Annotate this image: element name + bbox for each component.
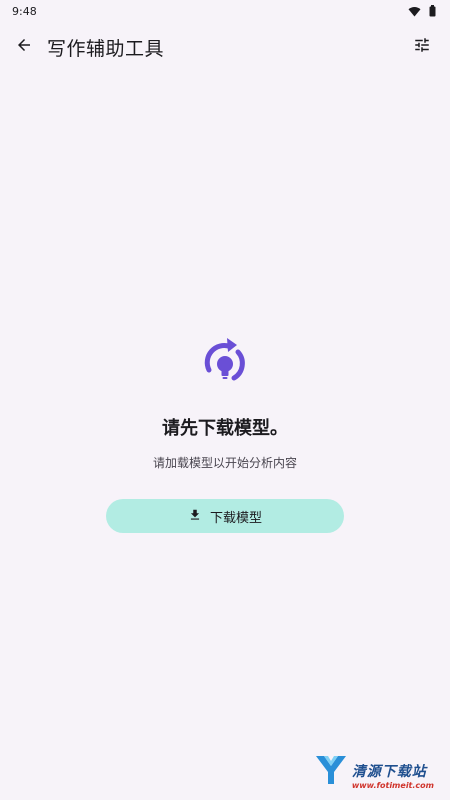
watermark-url: www.fotimeit.com: [351, 781, 434, 790]
empty-state-title: 请先下载模型。: [162, 418, 288, 439]
back-button[interactable]: [0, 23, 48, 71]
watermark-text: 清源下载站 www.fotimeit.com: [352, 761, 434, 790]
screen: 9:48 写作辅助工具 请先下载模型。 请加载模型以开始分析内容 下载模型 清源…: [0, 0, 450, 800]
download-icon: [188, 507, 202, 526]
status-time: 9:48: [12, 4, 37, 18]
empty-state: 请先下载模型。 请加载模型以开始分析内容 下载模型: [0, 334, 450, 533]
battery-icon: [429, 2, 436, 21]
empty-state-subtitle: 请加载模型以开始分析内容: [152, 456, 297, 470]
page-title: 写作辅助工具: [47, 37, 165, 60]
settings-button[interactable]: [400, 23, 444, 71]
wifi-icon: [408, 2, 421, 21]
tune-icon: [413, 36, 431, 58]
watermark-title: 清源下载站: [351, 764, 427, 780]
download-button-label: 下载模型: [209, 510, 262, 526]
watermark-logo-icon: [314, 752, 348, 790]
status-icons: [408, 2, 436, 21]
status-bar: 9:48: [0, 0, 450, 22]
top-app-bar: 写作辅助工具: [0, 22, 450, 72]
download-model-button[interactable]: 下载模型: [106, 499, 344, 533]
watermark: 清源下载站 www.fotimeit.com: [314, 752, 434, 790]
arrow-back-icon: [15, 36, 33, 58]
lightbulb-refresh-icon: [197, 334, 253, 390]
